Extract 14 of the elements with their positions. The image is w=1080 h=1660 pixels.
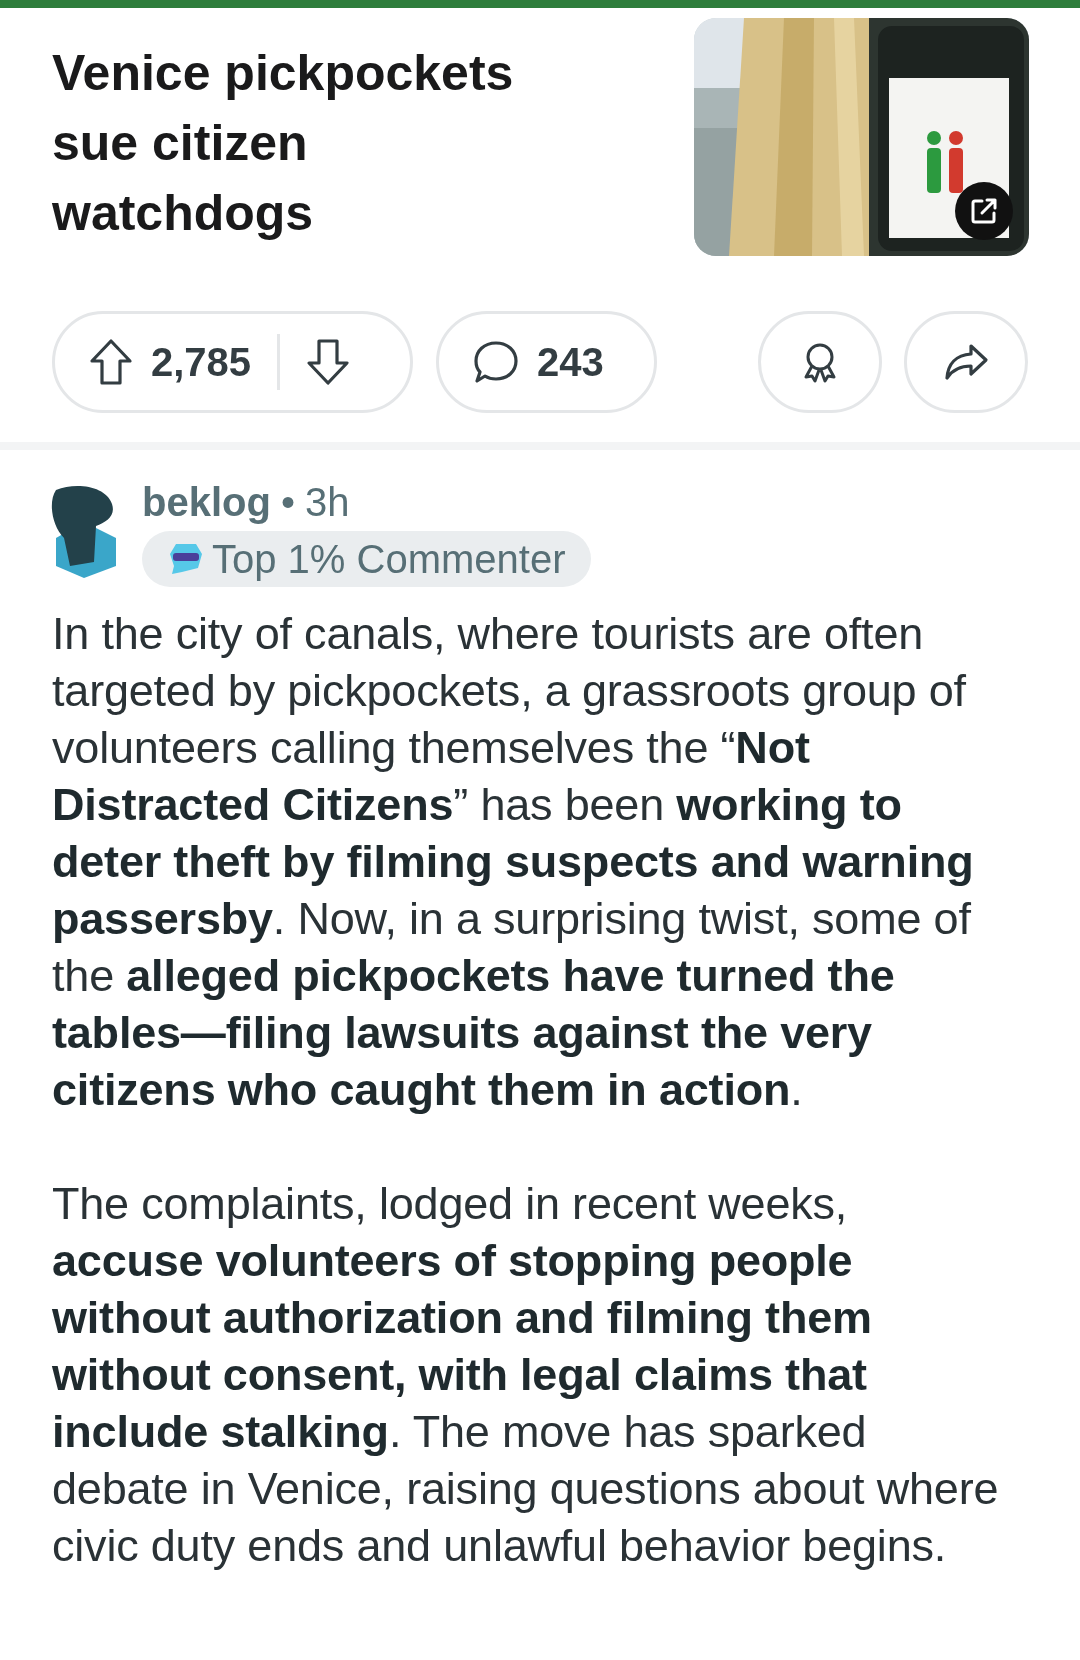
comments-button[interactable]: 243 bbox=[436, 311, 657, 413]
comment-icon bbox=[473, 340, 519, 384]
downvote-icon bbox=[306, 338, 351, 386]
post-title[interactable]: Venice pickpockets sue citizen watchdogs bbox=[52, 38, 532, 256]
comment-paragraph: The complaints, lodged in recent weeks, accuse volunteers of stopping people without authorization and filming them without consent, with legal claims that include stalking. The move has sparked debate in Venice, raising questions about where civic duty ends and unlawful behavior begins. bbox=[52, 1177, 1000, 1573]
vote-count: 2,785 bbox=[151, 339, 252, 385]
upvote-icon bbox=[89, 338, 133, 386]
sunglasses-icon bbox=[168, 542, 204, 576]
separator-dot: • bbox=[280, 480, 295, 525]
username[interactable]: beklog bbox=[142, 480, 271, 525]
commenter-badge: Top 1% Commenter bbox=[142, 531, 592, 587]
timestamp: 3h bbox=[304, 480, 350, 525]
comment-paragraph: In the city of canals, where tourists are often targeted by pickpockets, a grassroots group of volunteers calling themselves the “Not Distracted Citizens” has been working to deter theft by filming suspects and warning passersby. Now, in a surprising twist, some of the alleged pickpockets have turned the tables—filing lawsuits against the very citizens who caught them in action. bbox=[52, 607, 975, 1117]
share-icon bbox=[943, 342, 989, 382]
